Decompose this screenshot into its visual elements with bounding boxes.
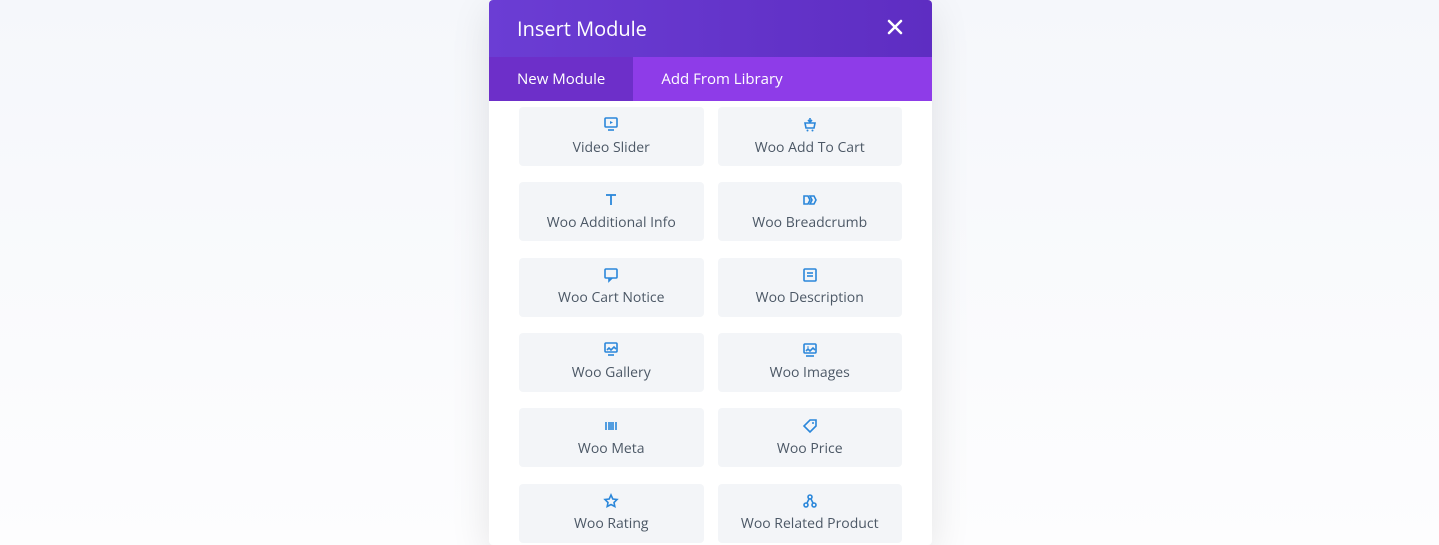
cart-icon	[802, 117, 818, 133]
module-woo-cart-notice[interactable]: Woo Cart Notice	[519, 258, 704, 317]
tab-new-module[interactable]: New Module	[489, 57, 633, 101]
module-label: Woo Related Product	[741, 514, 879, 533]
module-label: Woo Breadcrumb	[752, 213, 867, 232]
module-woo-description[interactable]: Woo Description	[718, 258, 903, 317]
description-icon	[802, 267, 818, 283]
module-woo-additional-info[interactable]: Woo Additional Info	[519, 182, 704, 241]
insert-module-modal: Insert Module New Module Add From Librar…	[489, 0, 932, 545]
barcode-icon	[603, 418, 619, 434]
module-label: Video Slider	[573, 138, 650, 157]
module-label: Woo Gallery	[572, 363, 651, 382]
images-icon	[802, 342, 818, 358]
tab-add-from-library[interactable]: Add From Library	[633, 57, 810, 101]
module-label: Woo Cart Notice	[558, 288, 664, 307]
tag-icon	[802, 418, 818, 434]
close-icon	[887, 18, 903, 40]
module-label: Woo Images	[770, 363, 850, 382]
breadcrumb-icon	[802, 192, 818, 208]
module-label: Woo Price	[777, 439, 843, 458]
module-label: Woo Description	[756, 288, 864, 307]
module-woo-meta[interactable]: Woo Meta	[519, 408, 704, 467]
comment-icon	[603, 267, 619, 283]
modal-header: Insert Module	[489, 0, 932, 57]
related-icon	[802, 493, 818, 509]
text-icon	[603, 192, 619, 208]
module-video-slider[interactable]: Video Slider	[519, 107, 704, 166]
module-woo-gallery[interactable]: Woo Gallery	[519, 333, 704, 392]
module-woo-rating[interactable]: Woo Rating	[519, 484, 704, 543]
star-icon	[603, 493, 619, 509]
module-woo-related-product[interactable]: Woo Related Product	[718, 484, 903, 543]
modules-grid: Video Slider Woo Add To Cart	[489, 101, 932, 545]
module-label: Woo Meta	[578, 439, 645, 458]
tabs: New Module Add From Library	[489, 57, 932, 101]
module-woo-price[interactable]: Woo Price	[718, 408, 903, 467]
module-label: Woo Additional Info	[547, 213, 676, 232]
module-label: Woo Add To Cart	[755, 138, 865, 157]
modal-title: Insert Module	[517, 15, 647, 42]
module-label: Woo Rating	[574, 514, 649, 533]
close-button[interactable]	[886, 20, 904, 38]
module-woo-add-to-cart[interactable]: Woo Add To Cart	[718, 107, 903, 166]
video-slider-icon	[603, 117, 619, 133]
module-woo-breadcrumb[interactable]: Woo Breadcrumb	[718, 182, 903, 241]
module-woo-images[interactable]: Woo Images	[718, 333, 903, 392]
gallery-icon	[603, 342, 619, 358]
